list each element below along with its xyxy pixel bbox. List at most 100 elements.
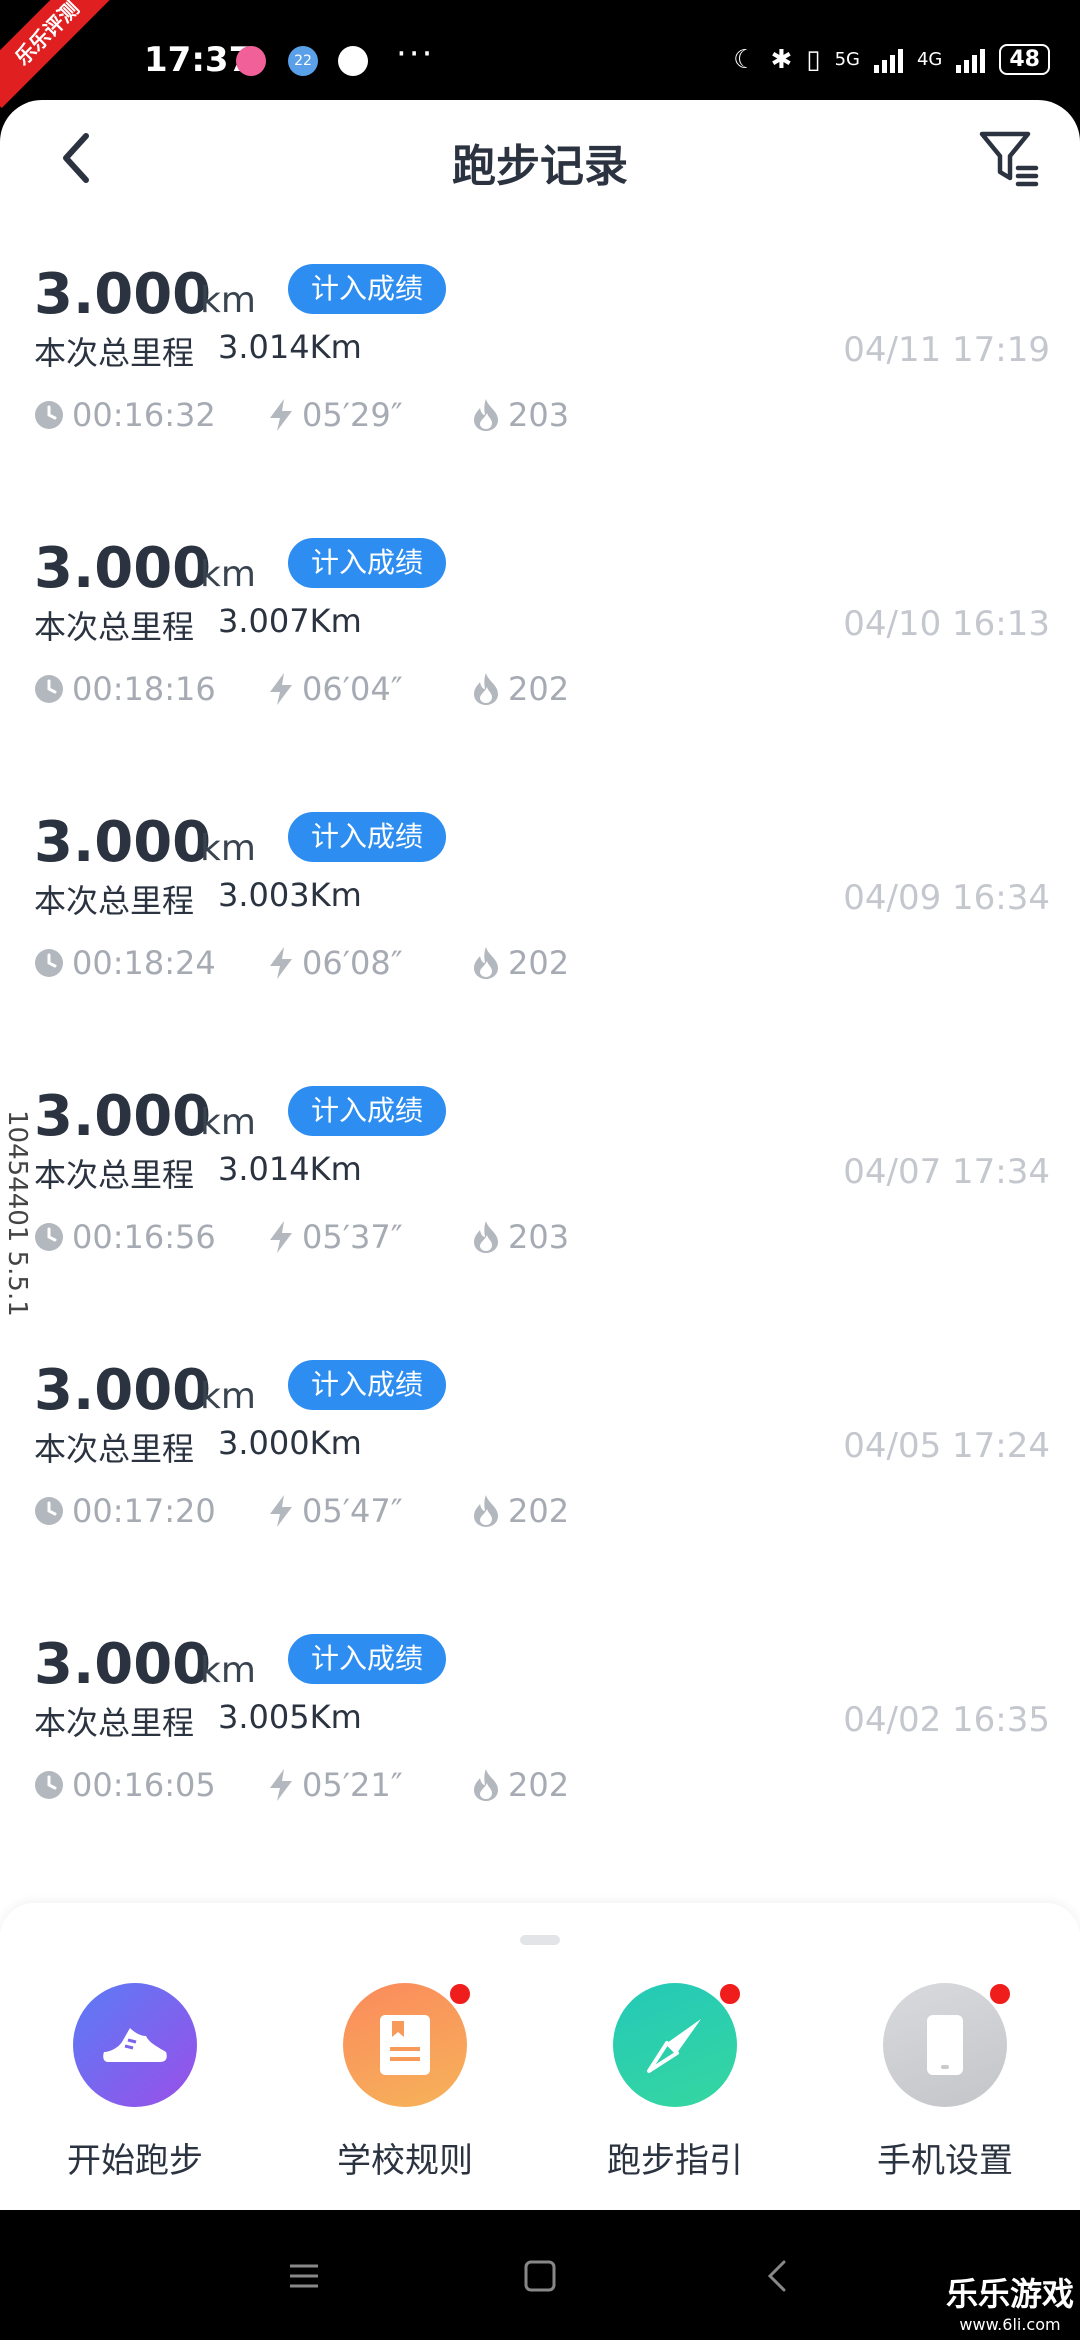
more-notifications-icon: ···: [396, 34, 435, 74]
run-record-item[interactable]: 3.000 km 计入成绩 本次总里程 3.003Km 04/09 16:34 …: [0, 768, 1080, 1042]
run-record-list: 3.000 km 计入成绩 本次总里程 3.014Km 04/11 17:19 …: [0, 220, 1080, 1864]
running-guide-button[interactable]: 跑步指引: [575, 1981, 775, 2182]
calories-value: 202: [508, 944, 570, 982]
record-distance: 3.000: [34, 1358, 212, 1423]
watermark: 乐乐游戏 www.6li.com: [946, 2269, 1074, 2334]
record-distance: 3.000: [34, 262, 212, 327]
duration-value: 00:17:20: [72, 1492, 216, 1530]
sim-icon: ▯: [806, 44, 821, 75]
flame-icon: [474, 947, 498, 979]
flame-icon: [474, 1769, 498, 1801]
run-record-item[interactable]: 3.000 km 计入成绩 本次总里程 3.014Km 04/07 17:34 …: [0, 1042, 1080, 1316]
total-distance-label: 本次总里程: [34, 1156, 195, 1194]
duration-value: 00:18:24: [72, 944, 216, 982]
record-distance: 3.000: [34, 1084, 212, 1149]
duration-value: 00:16:56: [72, 1218, 216, 1256]
total-distance-value: 3.000Km: [218, 1424, 362, 1462]
run-record-item[interactable]: 3.000 km 计入成绩 本次总里程 3.014Km 04/11 17:19 …: [0, 220, 1080, 494]
watermark-url: www.6li.com: [959, 2315, 1061, 2334]
top-bar: 跑步记录: [0, 100, 1080, 220]
record-distance: 3.000: [34, 810, 212, 875]
notification-dot: [447, 1981, 473, 2007]
clock-icon: [35, 1223, 63, 1251]
record-distance: 3.000: [34, 1632, 212, 1697]
notification-dot: [987, 1981, 1013, 2007]
calories-stat: 202: [472, 1492, 569, 1530]
home-icon[interactable]: [518, 2254, 562, 2298]
running-shoe-icon: [73, 1983, 197, 2107]
clock-icon: [35, 949, 63, 977]
clock-icon: [35, 401, 63, 429]
app-notification-icon: [236, 46, 266, 76]
flame-icon: [474, 673, 498, 705]
run-record-item[interactable]: 3.000 km 计入成绩 本次总里程 3.000Km 04/05 17:24 …: [0, 1316, 1080, 1590]
phone-settings-button[interactable]: 手机设置: [845, 1981, 1045, 2182]
phone-icon: [883, 1981, 1013, 2107]
run-record-item[interactable]: 3.000 km 计入成绩 本次总里程 3.007Km 04/10 16:13 …: [0, 494, 1080, 768]
calories-value: 202: [508, 670, 570, 708]
running-guide-label: 跑步指引: [607, 2141, 743, 2181]
record-unit: km: [200, 828, 256, 869]
duration-stat: 00:18:16: [34, 670, 216, 708]
pace-value: 05′29″: [302, 396, 403, 434]
flame-icon: [474, 1221, 498, 1253]
pace-value: 05′37″: [302, 1218, 403, 1256]
duration-value: 00:18:16: [72, 670, 216, 708]
record-unit: km: [200, 280, 256, 321]
app-screen: 跑步记录 3.000 km 计入成绩 本次总里程 3.014Km 04/11 1…: [0, 100, 1080, 2210]
menu-icon[interactable]: [282, 2254, 326, 2298]
duration-value: 00:16:32: [72, 396, 216, 434]
back-nav-icon[interactable]: [756, 2254, 800, 2298]
lightning-icon: [270, 673, 292, 705]
pace-value: 05′21″: [302, 1766, 403, 1804]
clock-icon: [35, 1497, 63, 1525]
duration-stat: 00:16:32: [34, 396, 216, 434]
system-nav-bar: 乐乐游戏 www.6li.com: [0, 2210, 1080, 2340]
record-distance: 3.000: [34, 536, 212, 601]
run-record-item[interactable]: 3.000 km 计入成绩 本次总里程 3.005Km 04/02 16:35 …: [0, 1590, 1080, 1864]
record-date: 04/09 16:34: [843, 878, 1050, 918]
record-unit: km: [200, 554, 256, 595]
status-bar: 乐乐评测 17:37 22 ··· ☾ ✱ ▯ 5G 4G 48: [0, 0, 1080, 108]
pace-stat: 06′04″: [268, 670, 403, 708]
record-date: 04/07 17:34: [843, 1152, 1050, 1192]
start-running-button[interactable]: 开始跑步: [35, 1983, 235, 2182]
filter-icon[interactable]: [978, 128, 1040, 190]
total-distance-value: 3.014Km: [218, 1150, 362, 1188]
signal-2-icon: [956, 47, 986, 73]
pace-stat: 05′37″: [268, 1218, 403, 1256]
page-title: 跑步记录: [452, 141, 628, 192]
duration-stat: 00:16:05: [34, 1766, 216, 1804]
duration-stat: 00:18:24: [34, 944, 216, 982]
record-date: 04/05 17:24: [843, 1426, 1050, 1466]
pace-value: 06′08″: [302, 944, 403, 982]
pace-value: 06′04″: [302, 670, 403, 708]
clock-icon: [35, 1771, 63, 1799]
lightning-icon: [270, 1221, 292, 1253]
duration-stat: 00:16:56: [34, 1218, 216, 1256]
watermark-title: 乐乐游戏: [945, 2275, 1074, 2313]
calories-value: 202: [508, 1492, 570, 1530]
record-date: 04/10 16:13: [843, 604, 1050, 644]
total-distance-value: 3.003Km: [218, 876, 362, 914]
counted-badge: 计入成绩: [288, 1634, 446, 1684]
rulebook-icon: [343, 1981, 473, 2107]
clock-icon: [35, 675, 63, 703]
pace-stat: 05′47″: [268, 1492, 403, 1530]
lightning-icon: [270, 1769, 292, 1801]
flame-icon: [474, 1495, 498, 1527]
school-rules-button[interactable]: 学校规则: [305, 1981, 505, 2182]
record-date: 04/11 17:19: [843, 330, 1050, 370]
record-unit: km: [200, 1102, 256, 1143]
lightning-icon: [270, 947, 292, 979]
start-running-label: 开始跑步: [67, 2141, 203, 2181]
sheet-drag-handle[interactable]: [520, 1935, 560, 1945]
compass-icon: [613, 1981, 743, 2107]
signal-1-icon: [873, 47, 903, 73]
record-unit: km: [200, 1650, 256, 1691]
lightning-icon: [270, 399, 292, 431]
total-distance-label: 本次总里程: [34, 1430, 195, 1468]
pace-stat: 06′08″: [268, 944, 403, 982]
notification-dot: [717, 1981, 743, 2007]
total-distance-value: 3.014Km: [218, 328, 362, 366]
